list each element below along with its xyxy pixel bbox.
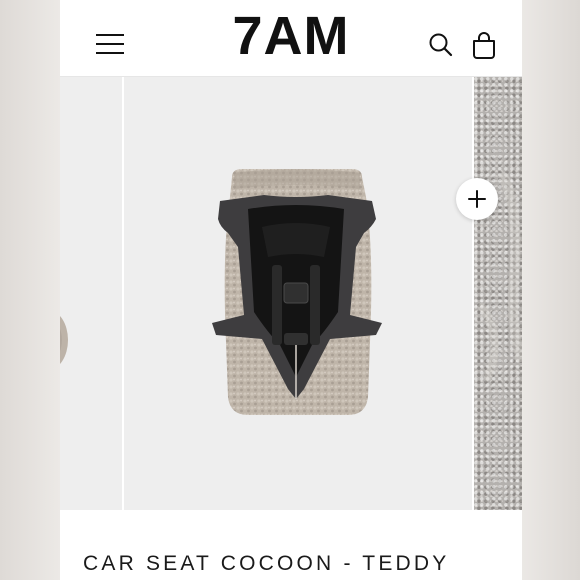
gallery-slide-main[interactable] xyxy=(124,77,472,510)
product-info: CAR SEAT COCOON - TEDDY xyxy=(60,510,522,580)
gallery-slide-next[interactable] xyxy=(474,77,522,510)
plus-icon xyxy=(468,190,486,208)
gallery-slide-previous[interactable] xyxy=(60,77,122,510)
background-left xyxy=(0,0,60,580)
mobile-page: 7AM CAR SEAT COCOON - TEDDY xyxy=(60,0,522,580)
cart-icon[interactable] xyxy=(471,31,497,59)
car-seat-cocoon-image xyxy=(212,169,382,415)
search-icon[interactable] xyxy=(428,32,454,58)
site-header: 7AM xyxy=(60,0,522,77)
product-gallery[interactable] xyxy=(60,77,522,510)
product-title: CAR SEAT COCOON - TEDDY xyxy=(83,552,450,575)
background-right xyxy=(522,0,580,580)
zoom-button[interactable] xyxy=(456,178,498,220)
